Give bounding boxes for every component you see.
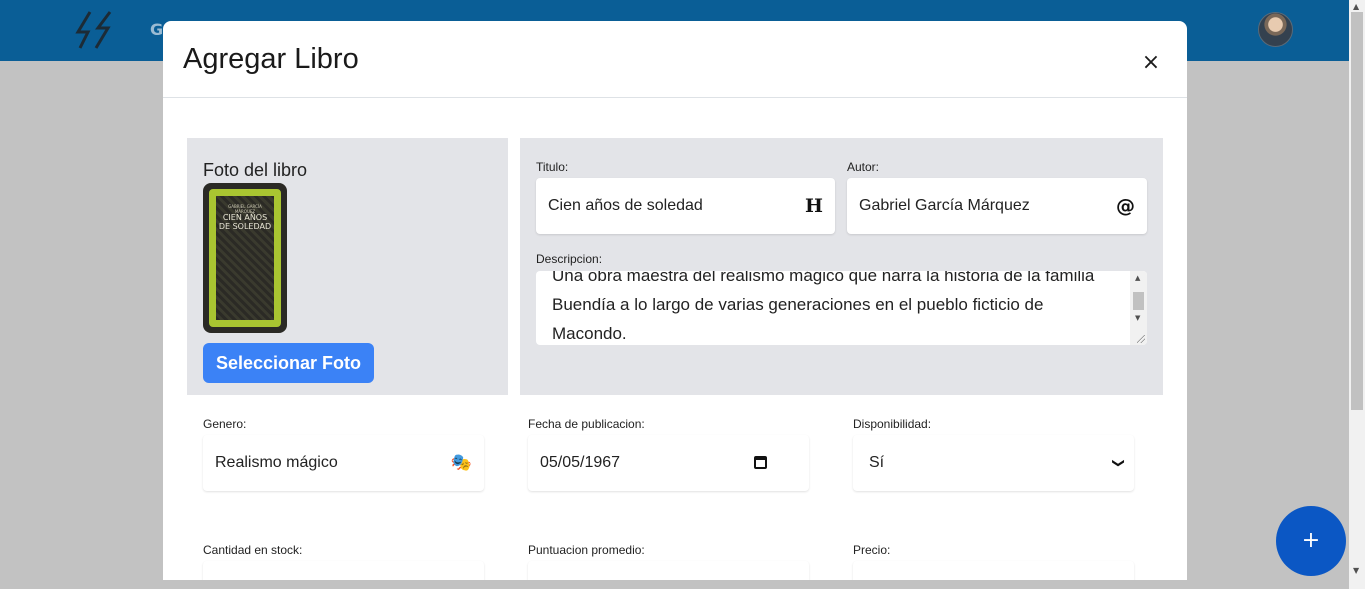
publication-date-input[interactable]: 05/05/1967 [528,435,809,491]
book-cover-image: GABRIEL GARCÍA MÁRQUEZ CIEN AÑOS DE SOLE… [203,183,287,333]
author-input[interactable]: Gabriel García Márquez @ [847,178,1147,234]
photo-label: Foto del libro [203,160,308,180]
availability-value[interactable]: Sí [869,435,884,491]
price-label: Precio: [853,543,891,557]
textarea-scroll-up-icon[interactable]: ▲ [1135,274,1140,282]
add-book-modal: Agregar Libro × Foto del libro GABRIEL G… [163,21,1187,580]
textarea-scroll-down-icon[interactable]: ▼ [1135,314,1140,322]
publication-date-label: Fecha de publicacion: [528,417,645,431]
user-avatar[interactable] [1258,12,1293,47]
close-icon[interactable]: × [1139,51,1163,75]
rating-label: Puntuacion promedio: [528,543,645,557]
cover-title: CIEN AÑOS DE SOLEDAD [218,213,272,231]
publication-date-value[interactable]: 05/05/1967 [540,435,620,491]
author-value[interactable]: Gabriel García Márquez [859,178,1030,234]
select-photo-button[interactable]: Seleccionar Foto [203,343,374,383]
title-value[interactable]: Cien años de soledad [548,178,703,234]
genre-value[interactable]: Realismo mágico [215,435,338,491]
title-input[interactable]: Cien años de soledad H [536,178,835,234]
chevron-down-icon[interactable]: ❯ [1091,458,1147,468]
add-fab-button[interactable]: + [1276,506,1346,576]
page-scrollbar-thumb[interactable] [1351,12,1363,410]
genre-input[interactable]: Realismo mágico 🎭 [203,435,484,491]
modal-title: Agregar Libro [183,43,359,75]
description-textarea[interactable]: Una obra maestra del realismo mágico que… [536,271,1147,345]
textarea-scrollbar-thumb[interactable] [1133,292,1144,310]
price-input[interactable] [853,561,1134,580]
scroll-up-icon[interactable]: ▲ [1353,3,1359,11]
photo-panel: Foto del libro GABRIEL GARCÍA MÁRQUEZ CI… [187,138,508,395]
availability-select[interactable]: Sí ❯ [853,435,1134,491]
rating-input[interactable] [528,561,809,580]
theater-masks-icon: 🎭 [450,453,472,473]
author-label: Autor: [847,160,880,174]
description-label: Descripcion: [536,252,603,266]
stock-input[interactable] [203,561,484,580]
scroll-down-icon[interactable]: ▼ [1353,567,1359,575]
resize-grip-icon[interactable] [1137,335,1145,343]
modal-header: Agregar Libro × [163,21,1187,98]
cover-text: GABRIEL GARCÍA MÁRQUEZ CIEN AÑOS DE SOLE… [218,201,272,261]
heading-icon: H [805,195,823,217]
stock-label: Cantidad en stock: [203,543,303,557]
title-label: Titulo: [536,160,569,174]
book-info-panel: Titulo: Cien años de soledad H Autor: Ga… [520,138,1163,395]
genre-label: Genero: [203,417,247,431]
description-scrollbar[interactable]: ▲ ▼ [1130,271,1147,345]
page-scrollbar[interactable]: ▲ ▼ [1349,0,1365,589]
at-icon: @ [1116,195,1135,217]
app-logo-icon[interactable] [74,10,116,50]
topbar-partial-text: G [150,20,164,39]
availability-label: Disponibilidad: [853,417,932,431]
description-value[interactable]: Una obra maestra del realismo mágico que… [552,271,1122,345]
calendar-icon[interactable] [754,456,767,469]
